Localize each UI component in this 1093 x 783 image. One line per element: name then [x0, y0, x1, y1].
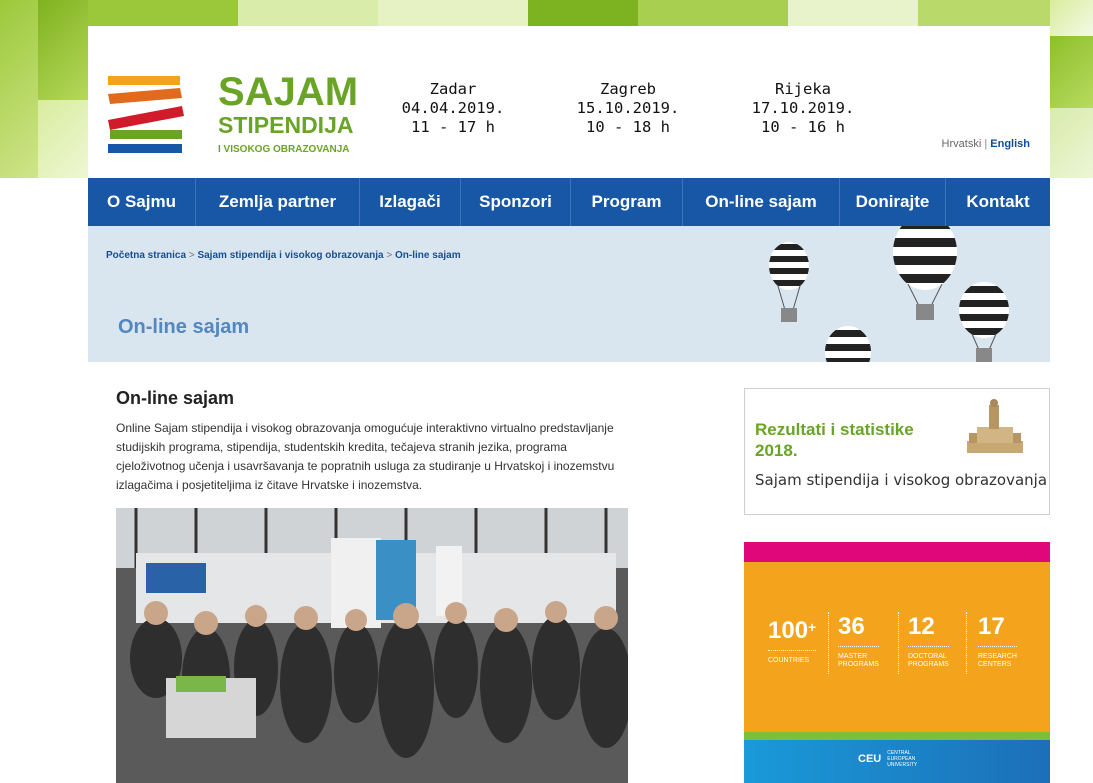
- nav-item-online-sajam[interactable]: On-line sajam: [683, 178, 840, 226]
- lang-link-english[interactable]: English: [990, 138, 1030, 150]
- stat-doctoral-programs: 12 DOCTORAL PROGRAMS: [908, 613, 949, 668]
- decorative-tile: [38, 100, 88, 178]
- results-subtitle: Sajam stipendija i visokog obrazovanja: [755, 471, 1048, 489]
- page-title: On-line sajam: [118, 316, 250, 338]
- decorative-tile: [38, 0, 88, 100]
- decorative-top-strip: [88, 0, 1050, 26]
- event-hours: 10 - 18 h: [586, 118, 670, 136]
- results-statistics-banner[interactable]: Rezultati i statistike 2018. Sajam stipe…: [744, 388, 1050, 515]
- logo-stripes-icon: [108, 76, 184, 153]
- lang-separator: |: [984, 138, 988, 150]
- site-header: SAJAM STIPENDIJA I VISOKOG OBRAZOVANJA Z…: [88, 26, 1050, 178]
- breadcrumb-sajam[interactable]: Sajam stipendija i visokog obrazovanja: [197, 250, 383, 261]
- event-city: Rijeka: [775, 80, 831, 98]
- logo-tagline: I VISOKOG OBRAZOVANJA: [218, 144, 350, 155]
- statue-icon: [967, 399, 1023, 453]
- nav-item-kontakt[interactable]: Kontakt: [946, 178, 1050, 226]
- logo-subtitle: STIPENDIJA: [218, 112, 354, 138]
- stat-divider: [828, 612, 829, 674]
- results-title: Rezultati i statistike 2018.: [755, 420, 914, 460]
- breadcrumb-home[interactable]: Početna stranica: [106, 250, 186, 261]
- stat-divider: [966, 612, 967, 674]
- balloon-icon: [959, 282, 1009, 362]
- content-heading: On-line sajam: [116, 388, 235, 408]
- event-date: 04.04.2019.: [401, 99, 505, 117]
- content-paragraph: Online Sajam stipendija i visokog obrazo…: [116, 421, 615, 492]
- breadcrumb: Početna stranica > Sajam stipendija i vi…: [106, 250, 461, 261]
- breadcrumb-current[interactable]: On-line sajam: [395, 250, 461, 261]
- fair-crowd-photo: [116, 508, 628, 783]
- lang-link-hrvatski[interactable]: Hrvatski: [942, 138, 982, 150]
- nav-item-o-sajmu[interactable]: O Sajmu: [88, 178, 196, 226]
- nav-item-donirajte[interactable]: Donirajte: [840, 178, 946, 226]
- decorative-tile: [1050, 36, 1093, 108]
- nav-item-sponzori[interactable]: Sponzori: [461, 178, 571, 226]
- event-zadar: Zadar 04.04.2019. 11 - 17 h: [378, 80, 528, 137]
- event-date: 17.10.2019.: [751, 99, 855, 117]
- ceu-name: CENTRAL EUROPEAN UNIVERSITY: [887, 750, 918, 768]
- event-rijeka: Rijeka 17.10.2019. 10 - 16 h: [728, 80, 878, 137]
- balloon-icon: [825, 326, 871, 362]
- balloon-icon: [893, 226, 957, 320]
- event-hours: 11 - 17 h: [411, 118, 495, 136]
- decorative-tile: [1050, 108, 1093, 178]
- event-zagreb: Zagreb 15.10.2019. 10 - 18 h: [553, 80, 703, 137]
- ceu-mark: CEU: [858, 753, 882, 765]
- stat-countries: 100+ COUNTRIES: [768, 614, 817, 665]
- nav-item-izlagaci[interactable]: Izlagači: [360, 178, 461, 226]
- event-date: 15.10.2019.: [576, 99, 680, 117]
- page-banner: Početna stranica > Sajam stipendija i vi…: [88, 226, 1050, 362]
- ceu-advertisement[interactable]: 100+ COUNTRIES 36 MASTER PROGRAMS 12 DOCT…: [744, 542, 1050, 783]
- stat-master-programs: 36 MASTER PROGRAMS: [838, 613, 879, 668]
- site-logo[interactable]: SAJAM STIPENDIJA I VISOKOG OBRAZOVANJA: [104, 70, 358, 160]
- nav-item-zemlja-partner[interactable]: Zemlja partner: [196, 178, 360, 226]
- logo-title: SAJAM: [218, 70, 359, 114]
- nav-item-program[interactable]: Program: [571, 178, 683, 226]
- ad-stripe: [744, 542, 1050, 562]
- stat-research-centers: 17 RESEARCH CENTERS: [978, 613, 1017, 668]
- event-city: Zagreb: [600, 80, 656, 98]
- event-hours: 10 - 16 h: [761, 118, 845, 136]
- balloon-icon: [769, 242, 809, 322]
- main-nav: O Sajmu Zemlja partner Izlagači Sponzori…: [88, 178, 1050, 226]
- stat-divider: [898, 612, 899, 674]
- ad-stripe: [744, 732, 1050, 740]
- ceu-logo: CEU CENTRAL EUROPEAN UNIVERSITY: [858, 750, 921, 768]
- decorative-tile: [1050, 0, 1093, 36]
- event-city: Zadar: [429, 80, 477, 98]
- language-switcher: Hrvatski | English: [942, 138, 1030, 150]
- decorative-tile: [0, 0, 38, 178]
